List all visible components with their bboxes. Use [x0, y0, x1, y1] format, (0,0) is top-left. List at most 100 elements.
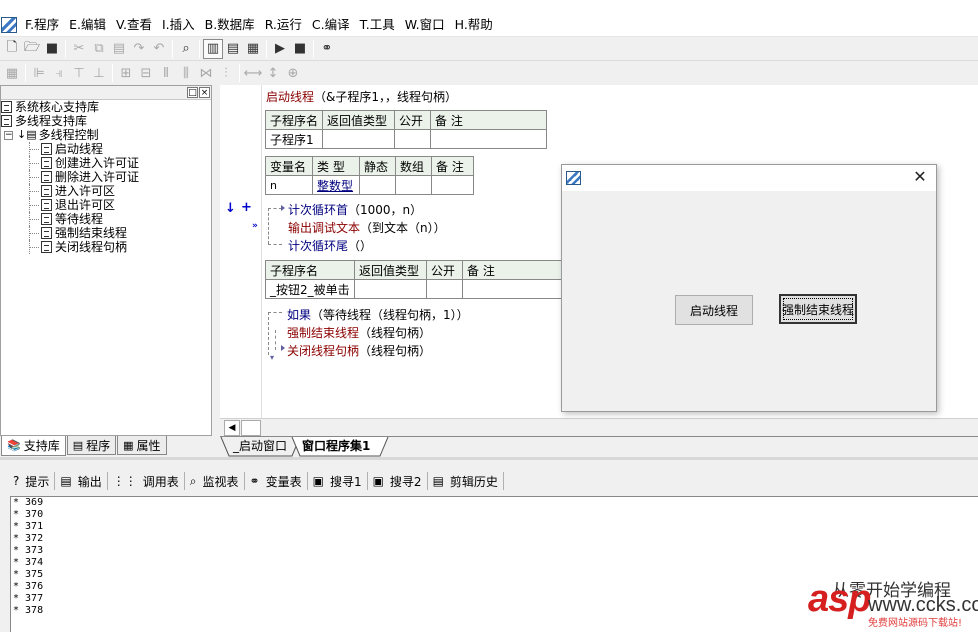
table-cell[interactable]	[430, 129, 548, 149]
panel-splitter[interactable]	[212, 85, 220, 457]
tab-program[interactable]: ▤ 程序	[66, 436, 117, 455]
tree-folder[interactable]: − ↓▤ 多线程控制	[1, 128, 211, 142]
align-left-icon[interactable]: ⊫	[29, 63, 49, 83]
open-folder-icon[interactable]: 🗁	[22, 39, 42, 59]
tab-support-library[interactable]: 📚 支持库	[1, 436, 66, 456]
menu-window[interactable]: W.窗口	[400, 13, 450, 37]
same-height-icon[interactable]: ↕	[263, 63, 283, 83]
tab-search-1[interactable]: ▣ 搜寻1	[308, 470, 367, 492]
tab-clip-history[interactable]: ▤ 剪辑历史	[428, 470, 503, 492]
table-cell[interactable]	[322, 129, 396, 149]
copy-icon[interactable]: ⧉	[89, 39, 109, 59]
space-horizontal-icon[interactable]: ⫴	[156, 63, 176, 83]
layout-3-icon[interactable]: ▦	[243, 39, 263, 59]
save-icon[interactable]: ■	[42, 39, 62, 59]
plus-icon[interactable]: +	[241, 200, 252, 215]
tab-start-window[interactable]: _启动窗口	[233, 437, 287, 457]
scroll-left-icon[interactable]: ◀	[224, 420, 240, 436]
table-cell[interactable]	[359, 175, 396, 195]
tree-command[interactable]: 进入许可区	[1, 184, 211, 198]
paste-icon[interactable]: ▤	[109, 39, 129, 59]
tab-properties[interactable]: ▦ 属性	[117, 436, 167, 455]
align-top-icon[interactable]: ⊤	[69, 63, 89, 83]
center-vertical-icon[interactable]: ⊟	[136, 63, 156, 83]
code-line-close-handle[interactable]: 关闭线程句柄（线程句柄）	[287, 342, 431, 359]
code-line-start-thread[interactable]: 启动线程（&子程序1，，线程句柄）	[266, 88, 457, 105]
table-cell[interactable]	[354, 279, 427, 299]
run-icon[interactable]: ▶	[270, 39, 290, 59]
space-vertical-icon[interactable]: ⫼	[176, 63, 196, 83]
tree-library[interactable]: 多线程支持库	[1, 114, 211, 128]
menu-help[interactable]: H.帮助	[450, 13, 498, 37]
layout-1-icon[interactable]: ▥	[203, 38, 223, 59]
code-line-loop-end[interactable]: 计次循环尾（）	[288, 237, 372, 254]
table-cell[interactable]	[426, 279, 463, 299]
tab-search-2[interactable]: ▣ 搜寻2	[368, 470, 427, 492]
table-cell[interactable]	[395, 175, 432, 195]
column-header: 返回值类型	[354, 260, 427, 280]
subroutine-name[interactable]: 子程序1	[264, 129, 324, 149]
tree-command[interactable]: 强制结束线程	[1, 226, 211, 240]
start-thread-button[interactable]: 启动线程	[675, 295, 753, 325]
grid-icon[interactable]: ▦	[2, 63, 22, 83]
tab-output[interactable]: ▤ 输出	[55, 470, 106, 492]
menu-insert[interactable]: I.插入	[157, 13, 200, 37]
tab-call-table[interactable]: ⋮⋮ 调用表	[108, 470, 184, 492]
panel-restore-button[interactable]: □	[187, 87, 198, 98]
menu-file[interactable]: F.程序	[20, 13, 64, 37]
redo-icon[interactable]: ↷	[129, 39, 149, 59]
menu-database[interactable]: B.数据库	[200, 13, 260, 37]
find-icon[interactable]: ⌕	[176, 39, 196, 59]
variable-table[interactable]: 变量名 类 型 静态 数组 备 注 n 整数型	[265, 156, 474, 195]
tree-command[interactable]: 删除进入许可证	[1, 170, 211, 184]
tree-library[interactable]: 系统核心支持库	[1, 100, 211, 114]
align-bottom-icon[interactable]: ⊥	[89, 63, 109, 83]
menu-view[interactable]: V.查看	[111, 13, 157, 37]
tab-hint[interactable]: ? 提示	[8, 470, 54, 492]
tree-command[interactable]: 关闭线程句柄	[1, 240, 211, 254]
binoculars-icon[interactable]: ⚭	[317, 39, 337, 59]
new-file-icon[interactable]: 🗋	[2, 39, 22, 59]
code-line-loop-start[interactable]: 计次循环首（1000，n）	[288, 201, 422, 218]
code-line-if[interactable]: 如果（等待线程（线程句柄，1））	[287, 306, 469, 323]
code-line-kill-thread[interactable]: 强制结束线程（线程句柄）	[287, 324, 431, 341]
program-window-titlebar[interactable]: ✕	[562, 165, 936, 191]
tab-window-assembly[interactable]: 窗口程序集1	[302, 437, 370, 457]
cut-icon[interactable]: ✂	[69, 39, 89, 59]
kill-thread-button[interactable]: 强制结束线程	[779, 294, 857, 324]
subroutine-name[interactable]: _按钮2_被单击	[265, 279, 355, 299]
tree-command[interactable]: 启动线程	[1, 142, 211, 156]
equal-spacing-icon[interactable]: ⋈	[196, 63, 216, 83]
close-icon[interactable]: ✕	[910, 167, 930, 187]
panel-close-button[interactable]: ×	[199, 87, 210, 98]
layout-2-icon[interactable]: ▤	[223, 39, 243, 59]
subroutine-table-2[interactable]: 子程序名 返回值类型 公开 备 注 _按钮2_被单击	[265, 260, 583, 299]
command-args: （1000，n）	[348, 203, 423, 217]
menu-run[interactable]: R.运行	[260, 13, 307, 37]
editor-horizontal-scrollbar[interactable]: ◀	[220, 418, 978, 436]
same-width-icon[interactable]: ⟷	[243, 63, 263, 83]
collapse-icon[interactable]: −	[4, 130, 13, 140]
type-link[interactable]: 整数型	[317, 179, 353, 193]
center-horizontal-icon[interactable]: ⊞	[116, 63, 136, 83]
table-cell[interactable]	[394, 129, 432, 149]
menu-edit[interactable]: E.编辑	[64, 13, 111, 37]
subroutine-table[interactable]: 子程序名 返回值类型 公开 备 注 子程序1	[264, 110, 548, 149]
tab-watch[interactable]: ⌕ 监视表	[185, 470, 244, 492]
code-line-debug-output[interactable]: 输出调试文本（到文本（n））	[288, 219, 446, 236]
scroll-thumb[interactable]	[241, 420, 261, 436]
variable-name[interactable]: n	[265, 175, 313, 195]
undo-icon[interactable]: ↶	[149, 39, 169, 59]
variable-type[interactable]: 整数型	[312, 175, 360, 195]
align-right-icon[interactable]: ⫣	[49, 63, 69, 83]
menu-compile[interactable]: C.编译	[307, 13, 355, 37]
stop-icon[interactable]: ■	[290, 39, 310, 59]
tree-command[interactable]: 创建进入许可证	[1, 156, 211, 170]
tree-command[interactable]: 等待线程	[1, 212, 211, 226]
table-cell[interactable]	[431, 175, 474, 195]
tab-variables[interactable]: ⚭ 变量表	[245, 470, 307, 492]
same-size-icon[interactable]: ⊕	[283, 63, 303, 83]
menu-tools[interactable]: T.工具	[355, 13, 400, 37]
tree-command[interactable]: 退出许可区	[1, 198, 211, 212]
equal-height-icon[interactable]: ⫶	[216, 63, 236, 83]
